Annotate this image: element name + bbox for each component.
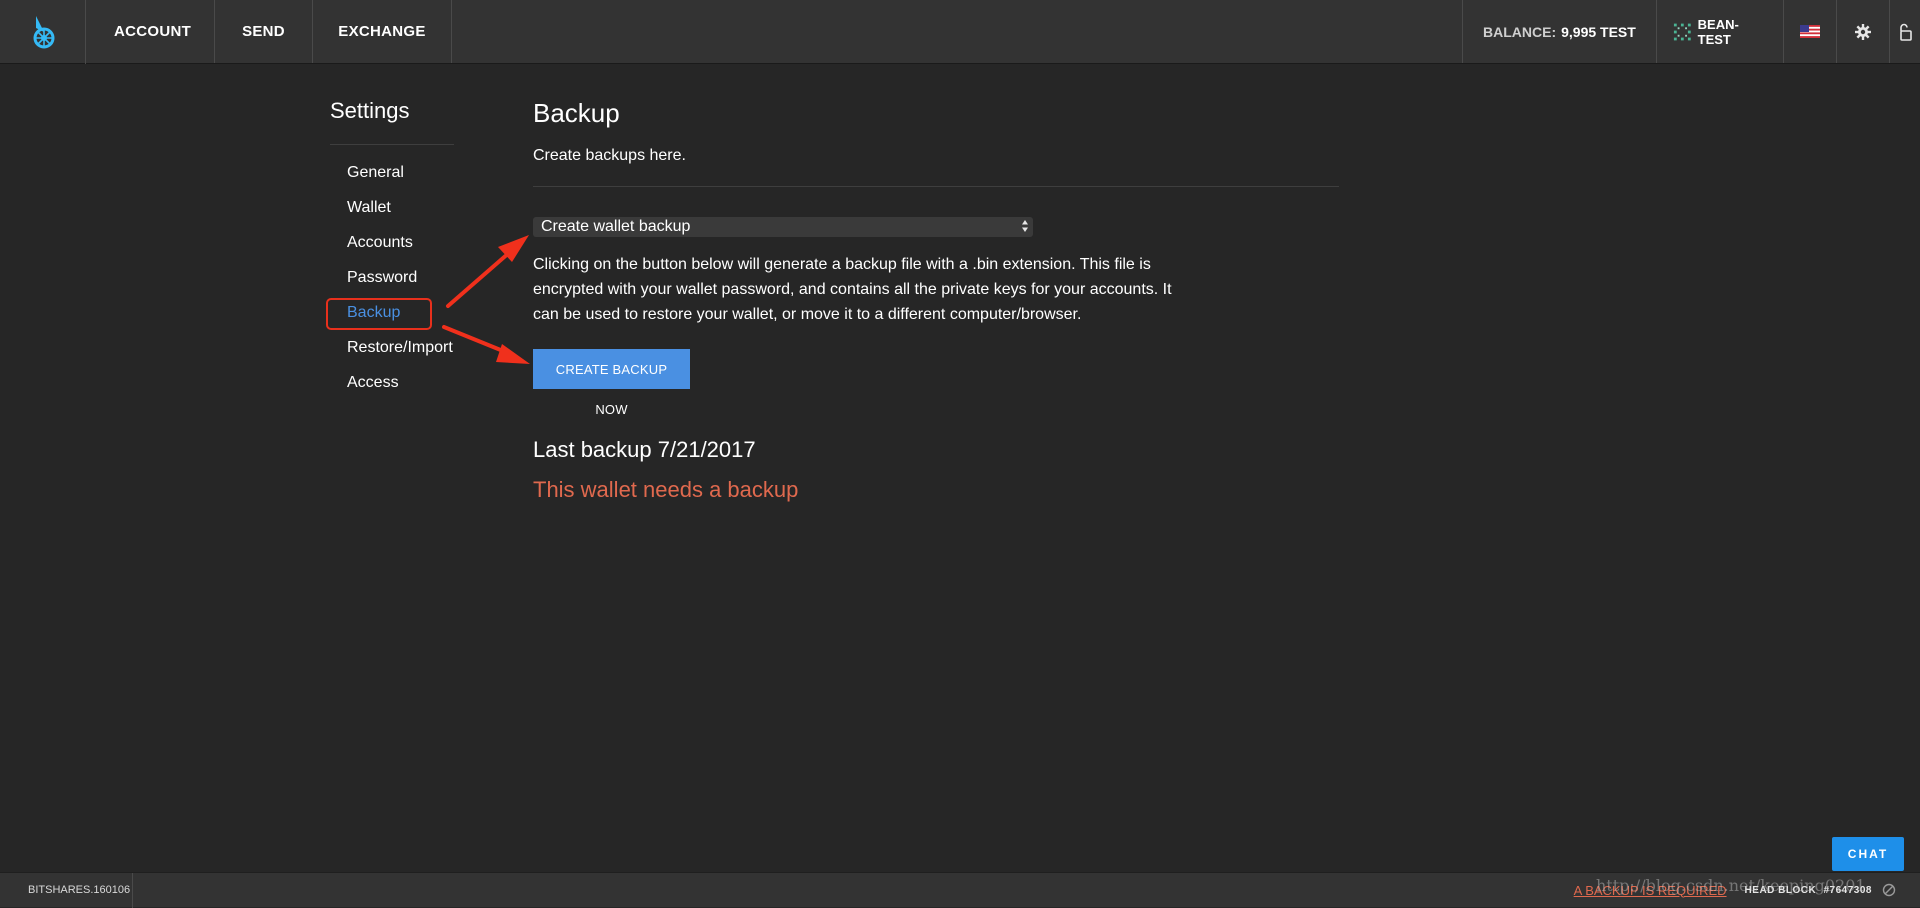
sidebar-item-access[interactable]: Access [330, 365, 454, 400]
sidebar-item-wallet[interactable]: Wallet [330, 190, 454, 225]
lock-wallet-button[interactable] [1889, 0, 1920, 63]
gear-icon [1855, 23, 1871, 40]
sidebar-item-general[interactable]: General [330, 155, 454, 190]
select-arrows-icon [1022, 220, 1028, 232]
backup-panel: Backup Create backups here. Create walle… [533, 96, 1339, 505]
arrow-to-button-icon [442, 325, 530, 364]
settings-sidebar: Settings General Wallet Accounts Passwor… [330, 96, 454, 400]
backup-info-text: Clicking on the button below will genera… [533, 256, 1172, 323]
content-divider [533, 186, 1339, 187]
footer-bar: BITSHARES.160106 A BACKUP IS REQUIRED HE… [0, 872, 1920, 908]
sidebar-item-restore-import[interactable]: Restore/Import [330, 330, 454, 365]
create-backup-button[interactable]: CREATE BACKUP NOW [533, 349, 690, 417]
current-account[interactable]: BEAN-TEST [1656, 0, 1783, 63]
connection-status[interactable] [1882, 883, 1896, 897]
language-selector[interactable] [1783, 0, 1836, 63]
head-block-label: HEAD BLOCK [1744, 884, 1817, 896]
backup-warning: This wallet needs a backup [533, 477, 799, 502]
page-title: Backup [533, 98, 620, 128]
backup-required-link[interactable]: A BACKUP IS REQUIRED [1574, 883, 1727, 898]
balance-display[interactable]: BALANCE: 9,995 TEST [1462, 0, 1656, 63]
balance-label: BALANCE: [1483, 23, 1557, 40]
account-identicon-icon [1673, 23, 1691, 40]
sidebar-item-accounts[interactable]: Accounts [330, 225, 454, 260]
nav-account[interactable]: ACCOUNT [86, 0, 215, 63]
head-block-value: #7647308 [1823, 884, 1872, 896]
connection-status-icon [1882, 883, 1896, 897]
unlock-icon [1900, 23, 1912, 41]
arrow-to-select-icon [446, 235, 529, 308]
us-flag-icon [1800, 25, 1820, 38]
last-backup-date: Last backup 7/21/2017 [533, 437, 756, 462]
head-block-status: HEAD BLOCK #7647308 [1745, 885, 1872, 896]
balance-value: 9,995 TEST [1561, 23, 1636, 40]
backup-type-selected: Create wallet backup [541, 218, 691, 235]
top-navigation-bar: ACCOUNT SEND EXCHANGE BALANCE: 9,995 TES… [0, 0, 1920, 64]
sidebar-title: Settings [330, 98, 410, 123]
sidebar-item-password[interactable]: Password [330, 260, 454, 295]
chat-button[interactable]: CHAT [1832, 837, 1904, 871]
bitshares-logo-icon [33, 16, 54, 49]
sidebar-divider [330, 144, 454, 145]
settings-button[interactable] [1836, 0, 1889, 63]
sidebar-item-backup[interactable]: Backup [330, 295, 454, 330]
home-logo[interactable] [0, 0, 86, 64]
nav-send[interactable]: SEND [215, 0, 313, 63]
account-name: BEAN-TEST [1697, 16, 1739, 47]
nav-exchange[interactable]: EXCHANGE [313, 0, 452, 63]
page-description: Create backups here. [533, 147, 686, 164]
app-version: BITSHARES.160106 [0, 872, 133, 908]
backup-type-select[interactable]: Create wallet backup [533, 217, 1033, 237]
